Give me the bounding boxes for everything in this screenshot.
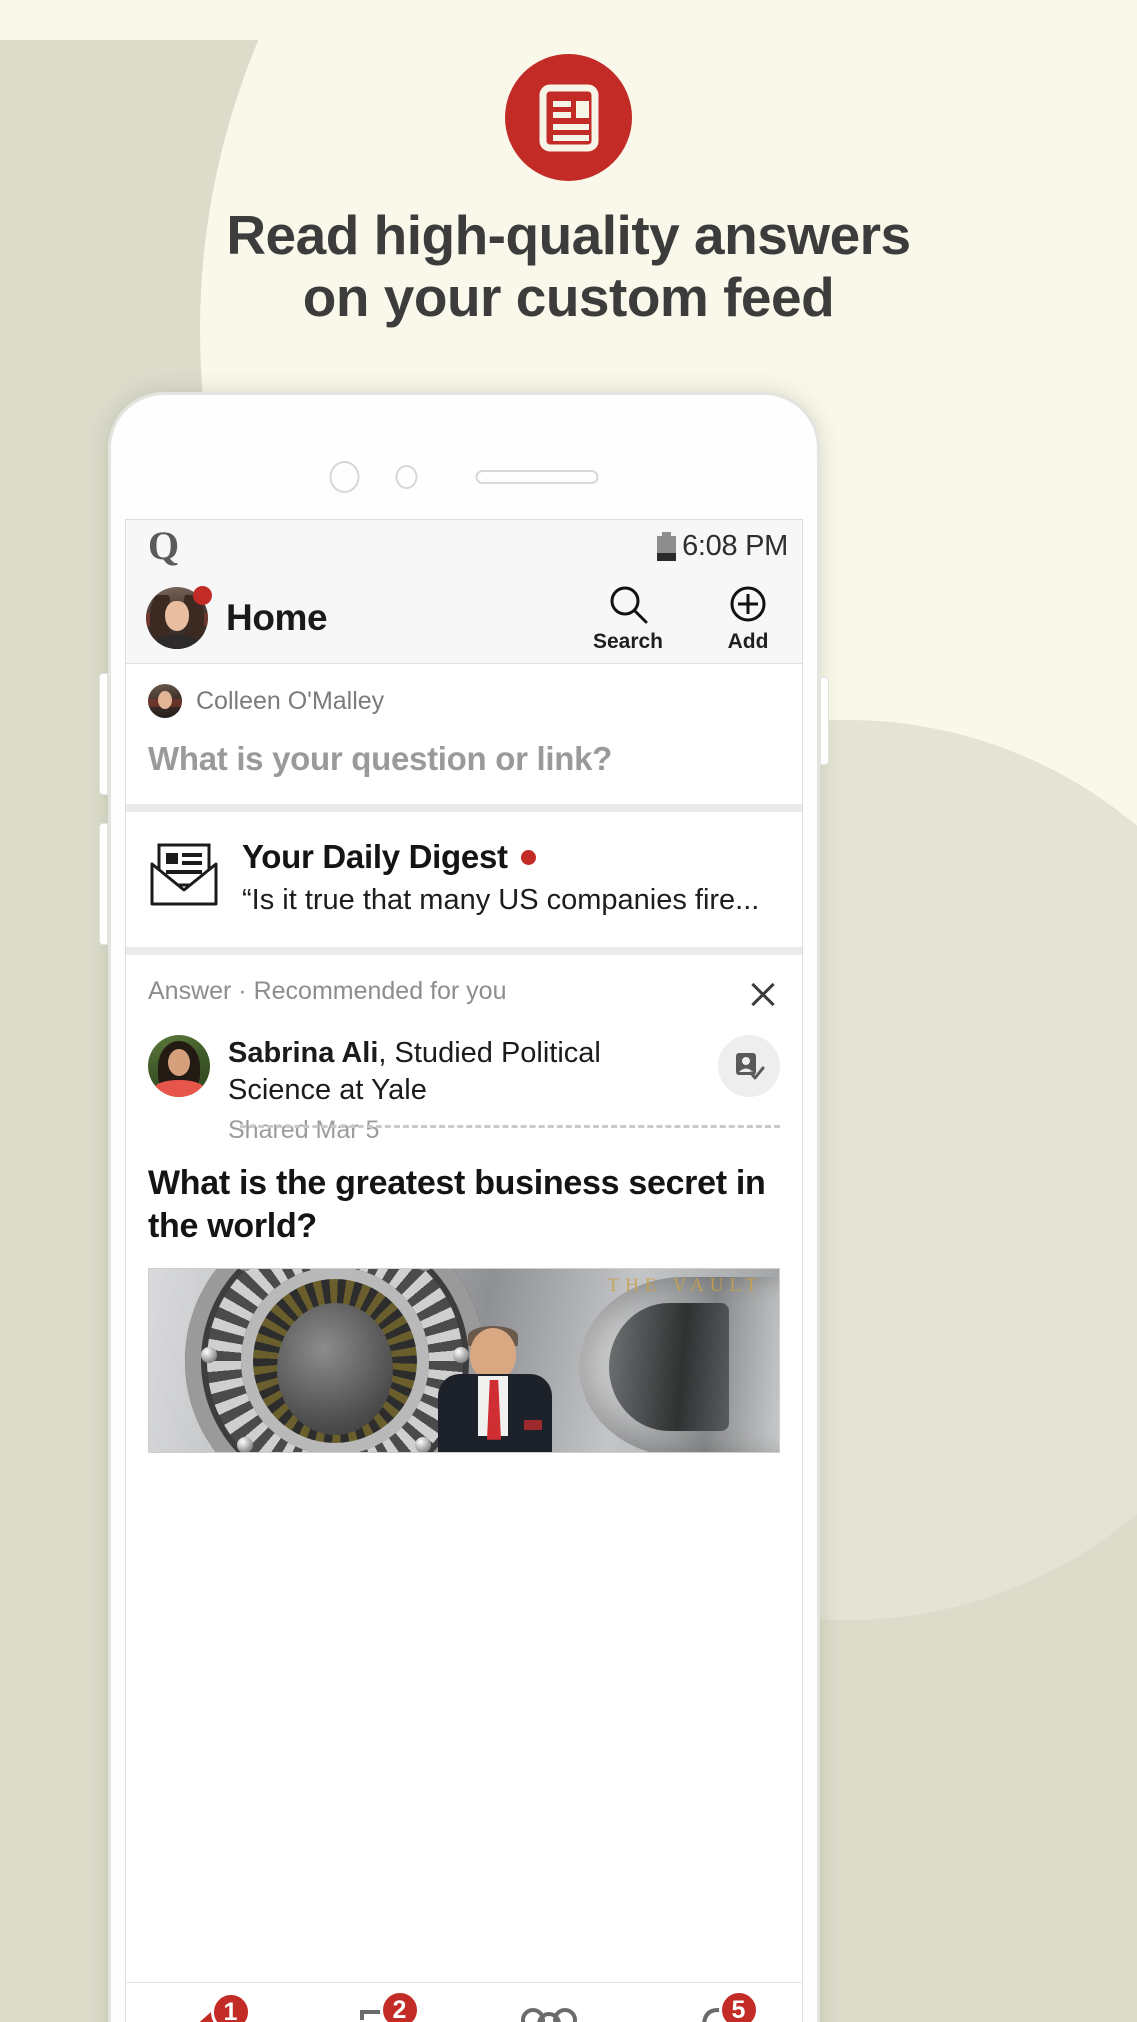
sensor-icon bbox=[395, 465, 418, 489]
quora-logo: Q bbox=[148, 523, 180, 568]
nav-write-badge: 2 bbox=[379, 1990, 420, 2022]
phone-mockup: Q 6:08 PM Home Search Add Colleen O'Mall… bbox=[99, 392, 829, 2022]
plus-circle-icon bbox=[726, 582, 770, 628]
person-in-photo bbox=[434, 1325, 556, 1452]
vault-open-door bbox=[579, 1276, 779, 1452]
digest-preview: “Is it true that many US companies fire.… bbox=[242, 884, 760, 916]
headline-line-1: Read high-quality answers bbox=[226, 204, 911, 266]
header-avatar-button[interactable] bbox=[146, 585, 212, 649]
nav-write[interactable]: 2 bbox=[295, 1990, 464, 2022]
spaces-people-icon bbox=[520, 2008, 577, 2022]
search-button[interactable]: Search bbox=[590, 582, 666, 654]
daily-digest-card[interactable]: Your Daily Digest “Is it true that many … bbox=[126, 812, 802, 955]
promo-screenshot: Read high-quality answers on your custom… bbox=[0, 0, 1137, 2022]
ask-question-composer[interactable]: Colleen O'Malley What is your question o… bbox=[126, 664, 802, 812]
front-camera-icon bbox=[329, 461, 360, 493]
digest-title-row: Your Daily Digest bbox=[242, 838, 780, 876]
author-credential-line: Sabrina Ali, Studied Political Science a… bbox=[228, 1035, 700, 1108]
phone-power-button bbox=[820, 677, 829, 765]
header-actions: Search Add bbox=[590, 582, 786, 654]
answer-card-label: Answer · Recommended for you bbox=[148, 977, 507, 1005]
shared-date: Shared Mar 5 bbox=[228, 1116, 380, 1145]
composer-user: Colleen O'Malley bbox=[148, 684, 780, 718]
app-icon bbox=[505, 54, 632, 181]
author-avatar[interactable] bbox=[148, 1035, 210, 1097]
answer-card: Answer · Recommended for you Sabrina Ali… bbox=[126, 955, 802, 1453]
answer-card-meta: Answer · Recommended for you bbox=[148, 977, 780, 1011]
nav-notifications[interactable]: 5 bbox=[633, 1990, 802, 2022]
add-button-label: Add bbox=[727, 629, 769, 653]
promo-headline: Read high-quality answers on your custom… bbox=[0, 204, 1137, 328]
earpiece-speaker bbox=[475, 470, 599, 484]
status-bar-right: 6:08 PM bbox=[657, 530, 788, 563]
headline-line-2: on your custom feed bbox=[302, 266, 835, 329]
avatar-notification-dot bbox=[193, 585, 212, 605]
battery-icon bbox=[657, 531, 677, 561]
nav-home[interactable]: 1 bbox=[126, 1992, 295, 2022]
vault-label: THE VAULT bbox=[607, 1274, 763, 1296]
phone-volume-up-button bbox=[99, 673, 108, 795]
envelope-digest-icon bbox=[148, 842, 220, 913]
add-button[interactable]: Add bbox=[710, 582, 786, 654]
nav-spaces[interactable] bbox=[464, 2006, 633, 2022]
author-text: Sabrina Ali, Studied Political Science a… bbox=[228, 1035, 700, 1145]
digest-title: Your Daily Digest bbox=[242, 838, 508, 875]
digest-unread-dot bbox=[520, 849, 536, 865]
page-title: Home bbox=[226, 596, 328, 638]
question-input-placeholder[interactable]: What is your question or link? bbox=[148, 740, 780, 778]
digest-body: Your Daily Digest “Is it true that many … bbox=[242, 838, 780, 917]
status-bar: Q 6:08 PM bbox=[126, 520, 802, 572]
phone-screen: Q 6:08 PM Home Search Add Colleen O'Mall… bbox=[125, 519, 803, 2022]
status-time: 6:08 PM bbox=[682, 529, 788, 562]
follow-person-button[interactable] bbox=[718, 1035, 780, 1097]
phone-volume-down-button bbox=[99, 823, 108, 945]
composer-avatar bbox=[148, 684, 182, 718]
bank-vault-photo[interactable]: THE VAULT bbox=[148, 1267, 780, 1453]
author-row: Sabrina Ali, Studied Political Science a… bbox=[148, 1035, 780, 1145]
background-shape-cream-top bbox=[0, 0, 1137, 40]
nav-home-badge: 1 bbox=[210, 1992, 251, 2022]
bottom-navigation: 1 2 5 bbox=[126, 1982, 802, 2022]
composer-user-name: Colleen O'Malley bbox=[196, 686, 385, 715]
app-header: Home Search Add bbox=[126, 572, 802, 664]
answer-divider bbox=[240, 1125, 780, 1129]
phone-top-hardware bbox=[329, 461, 599, 493]
follow-person-icon bbox=[736, 1053, 765, 1080]
question-title[interactable]: What is the greatest business secret in … bbox=[148, 1162, 780, 1248]
close-icon[interactable] bbox=[746, 977, 780, 1011]
nav-notifications-badge: 5 bbox=[718, 1990, 759, 2022]
author-name[interactable]: Sabrina Ali bbox=[228, 1037, 378, 1069]
search-icon bbox=[606, 582, 650, 628]
search-button-label: Search bbox=[592, 629, 664, 653]
